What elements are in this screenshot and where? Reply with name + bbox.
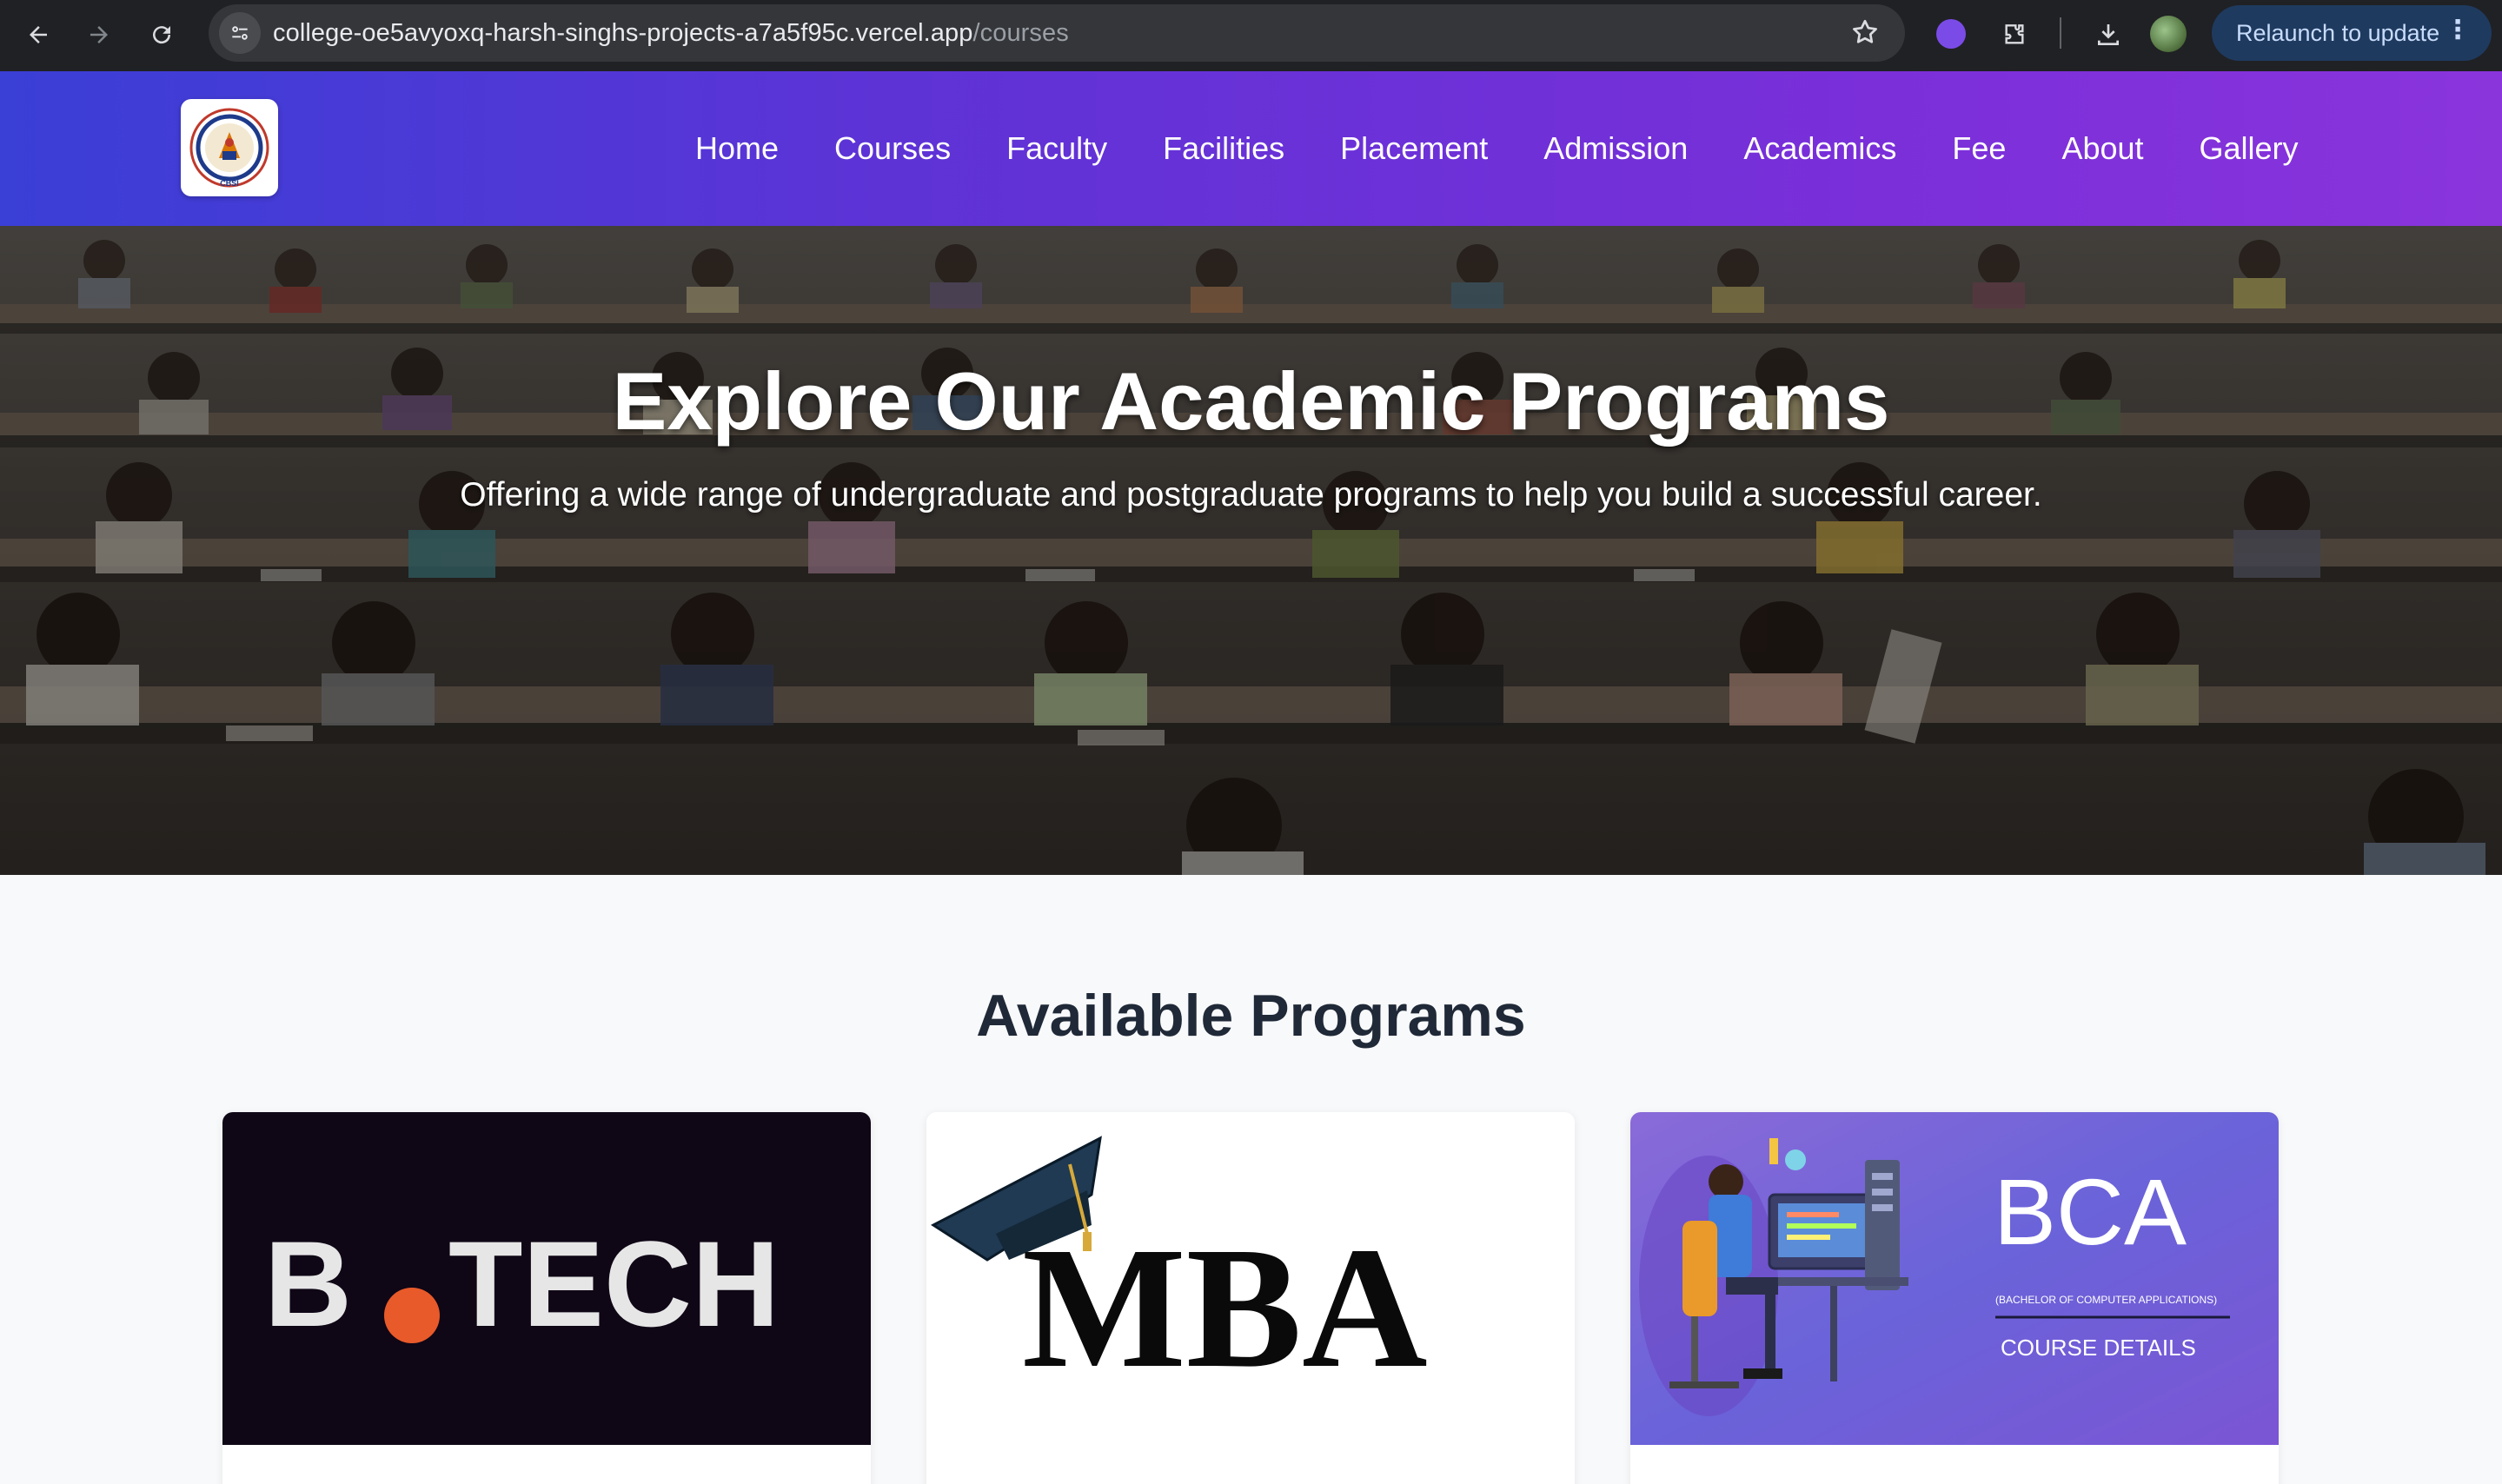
btech-word-tech: TECH	[448, 1216, 780, 1352]
site-info-icon[interactable]	[219, 12, 261, 54]
btech-dot	[384, 1288, 440, 1343]
profile-avatar[interactable]	[2150, 16, 2187, 52]
mba-text: MBA	[1022, 1212, 1428, 1404]
back-icon[interactable]	[17, 14, 59, 56]
nav-academics[interactable]: Academics	[1743, 130, 1896, 167]
toolbar-divider	[2060, 17, 2061, 49]
download-icon[interactable]	[2087, 14, 2129, 56]
nav-home[interactable]: Home	[695, 130, 779, 167]
nav-admission[interactable]: Admission	[1543, 130, 1688, 167]
bca-title: BCA	[1994, 1159, 2187, 1264]
address-bar[interactable]: college-oe5avyoxq-harsh-singhs-projects-…	[209, 4, 1905, 62]
figma-extension-icon[interactable]	[1936, 19, 1966, 49]
programs-heading: Available Programs	[976, 983, 1526, 1049]
bca-subtitle: (BACHELOR OF COMPUTER APPLICATIONS)	[1995, 1294, 2217, 1306]
nav-gallery[interactable]: Gallery	[2200, 130, 2299, 167]
hero-banner: Explore Our Academic Programs Offering a…	[0, 226, 2502, 875]
relaunch-button[interactable]: Relaunch to update ⋮	[2212, 5, 2492, 61]
forward-icon[interactable]	[78, 14, 120, 56]
extensions-puzzle-icon[interactable]	[1994, 14, 2035, 56]
nav-facilities[interactable]: Facilities	[1163, 130, 1284, 167]
btech-image: B TECH	[222, 1112, 871, 1445]
program-card-bca[interactable]: BCA (BACHELOR OF COMPUTER APPLICATIONS) …	[1630, 1112, 2279, 1484]
college-logo[interactable]: CBSI	[181, 99, 278, 196]
btech-letter-b: B	[264, 1216, 352, 1352]
nav-fee[interactable]: Fee	[1952, 130, 2006, 167]
site-header: CBSI Home Courses Faculty Facilities Pla…	[0, 71, 2502, 226]
bca-image: BCA (BACHELOR OF COMPUTER APPLICATIONS) …	[1630, 1112, 2279, 1445]
browser-toolbar: college-oe5avyoxq-harsh-singhs-projects-…	[0, 0, 2502, 71]
hero-overlay	[0, 226, 2502, 875]
hero-title: Explore Our Academic Programs	[612, 355, 1890, 447]
nav-about[interactable]: About	[2061, 130, 2143, 167]
bca-caption: COURSE DETAILS	[2001, 1335, 2196, 1361]
main-nav: Home Courses Faculty Facilities Placemen…	[695, 71, 2299, 226]
mba-image: MBA	[926, 1112, 1575, 1445]
reload-icon[interactable]	[141, 14, 183, 56]
relaunch-label: Relaunch to update	[2236, 19, 2440, 46]
program-card-btech[interactable]: B TECH	[222, 1112, 871, 1484]
url-text: college-oe5avyoxq-harsh-singhs-projects-…	[273, 19, 1069, 47]
hero-subtitle: Offering a wide range of undergraduate a…	[460, 476, 2042, 513]
nav-placement[interactable]: Placement	[1340, 130, 1488, 167]
svg-text:CBSI: CBSI	[220, 179, 239, 188]
nav-courses[interactable]: Courses	[834, 130, 951, 167]
nav-faculty[interactable]: Faculty	[1006, 130, 1107, 167]
bookmark-star-icon[interactable]	[1849, 17, 1881, 52]
more-menu-icon[interactable]: ⋮	[2445, 17, 2471, 43]
program-card-mba[interactable]: MBA	[926, 1112, 1575, 1484]
